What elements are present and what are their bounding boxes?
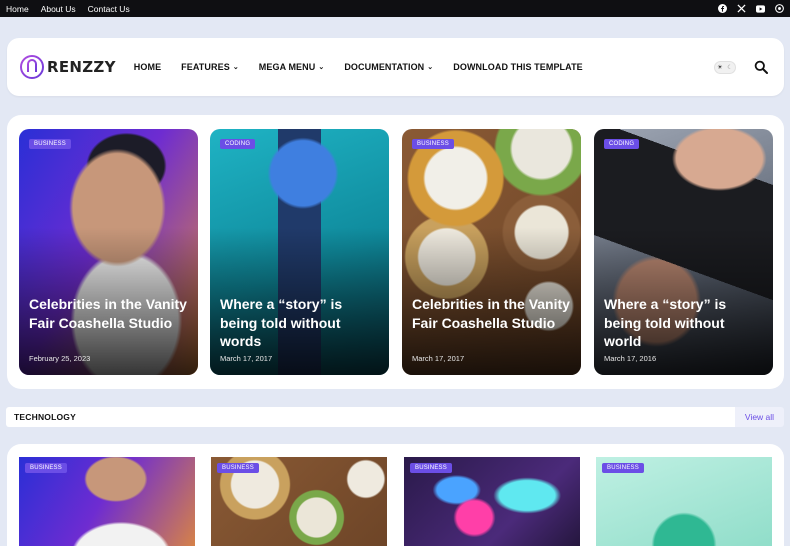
post-date: February 25, 2023 [29, 354, 91, 363]
category-badge[interactable]: BUSINESS [410, 463, 452, 473]
technology-posts: BUSINESS BUSINESS BUSINESS BUSINESS [7, 444, 784, 546]
grid-card[interactable]: BUSINESS [211, 457, 387, 546]
category-badge[interactable]: BUSINESS [412, 139, 454, 149]
youtube-icon[interactable] [756, 4, 765, 13]
grid-card[interactable]: BUSINESS [596, 457, 772, 546]
nav-features-label: FEATURES [181, 62, 230, 72]
nav-home-label: HOME [133, 62, 162, 72]
section-title: TECHNOLOGY [6, 407, 735, 427]
top-bar: Home About Us Contact Us [0, 0, 790, 17]
post-date: March 17, 2017 [220, 354, 273, 363]
category-badge[interactable]: BUSINESS [29, 139, 71, 149]
featured-posts: BUSINESS Celebrities in the Vanity Fair … [7, 115, 784, 389]
category-badge[interactable]: BUSINESS [25, 463, 67, 473]
sun-icon: ☀ [717, 64, 723, 71]
featured-card[interactable]: CODING Where a “story” is being told wit… [594, 129, 773, 375]
category-badge[interactable]: BUSINESS [217, 463, 259, 473]
search-icon[interactable] [754, 60, 768, 74]
telegram-icon[interactable] [775, 4, 784, 13]
nav-documentation-label: DOCUMENTATION [344, 62, 425, 72]
grid-card[interactable]: BUSINESS [19, 457, 195, 546]
chevron-down-icon: ⌄ [318, 64, 325, 71]
nav-mega-menu[interactable]: MEGA MENU ⌄ [259, 62, 325, 72]
top-link-home[interactable]: Home [6, 4, 29, 14]
social-links [718, 4, 784, 13]
nav-home[interactable]: HOME [134, 62, 161, 72]
category-badge[interactable]: CODING [220, 139, 256, 149]
logo-icon [20, 55, 44, 79]
post-title[interactable]: Celebrities in the Vanity Fair Coashella… [412, 295, 573, 332]
top-link-contact[interactable]: Contact Us [88, 4, 130, 14]
post-title[interactable]: Celebrities in the Vanity Fair Coashella… [29, 295, 190, 332]
nav-download-label: DOWNLOAD THIS TEMPLATE [453, 62, 583, 72]
grid-card[interactable]: BUSINESS [404, 457, 580, 546]
featured-card[interactable]: BUSINESS Celebrities in the Vanity Fair … [402, 129, 581, 375]
view-all-link[interactable]: View all [735, 407, 784, 427]
post-date: March 17, 2016 [604, 354, 657, 363]
featured-card[interactable]: CODING Where a “story” is being told wit… [210, 129, 389, 375]
category-badge[interactable]: CODING [604, 139, 640, 149]
chevron-down-icon: ⌄ [427, 64, 434, 71]
facebook-icon[interactable] [718, 4, 727, 13]
post-title[interactable]: Where a “story” is being told without wo… [604, 295, 765, 351]
site-header: RENZZY HOME FEATURES ⌄ MEGA MENU ⌄ DOCUMEN… [7, 38, 784, 96]
main-nav: HOME FEATURES ⌄ MEGA MENU ⌄ DOCUMENTATION ⌄… [134, 62, 583, 72]
logo-text: RENZZY [47, 58, 116, 76]
chevron-down-icon: ⌄ [232, 64, 239, 71]
nav-download-template[interactable]: DOWNLOAD THIS TEMPLATE [453, 62, 583, 72]
section-header: TECHNOLOGY View all [6, 407, 784, 427]
featured-card[interactable]: BUSINESS Celebrities in the Vanity Fair … [19, 129, 198, 375]
site-logo[interactable]: RENZZY [19, 54, 116, 80]
top-link-about[interactable]: About Us [41, 4, 76, 14]
theme-toggle[interactable]: ☀ ☾ [714, 60, 736, 74]
post-date: March 17, 2017 [412, 354, 465, 363]
nav-documentation[interactable]: DOCUMENTATION ⌄ [344, 62, 433, 72]
top-links: Home About Us Contact Us [6, 4, 130, 14]
x-icon[interactable] [737, 4, 746, 13]
moon-icon: ☾ [727, 64, 733, 71]
category-badge[interactable]: BUSINESS [602, 463, 644, 473]
nav-features[interactable]: FEATURES ⌄ [181, 62, 239, 72]
nav-mega-menu-label: MEGA MENU [258, 62, 316, 72]
post-title[interactable]: Where a “story” is being told without wo… [220, 295, 381, 351]
